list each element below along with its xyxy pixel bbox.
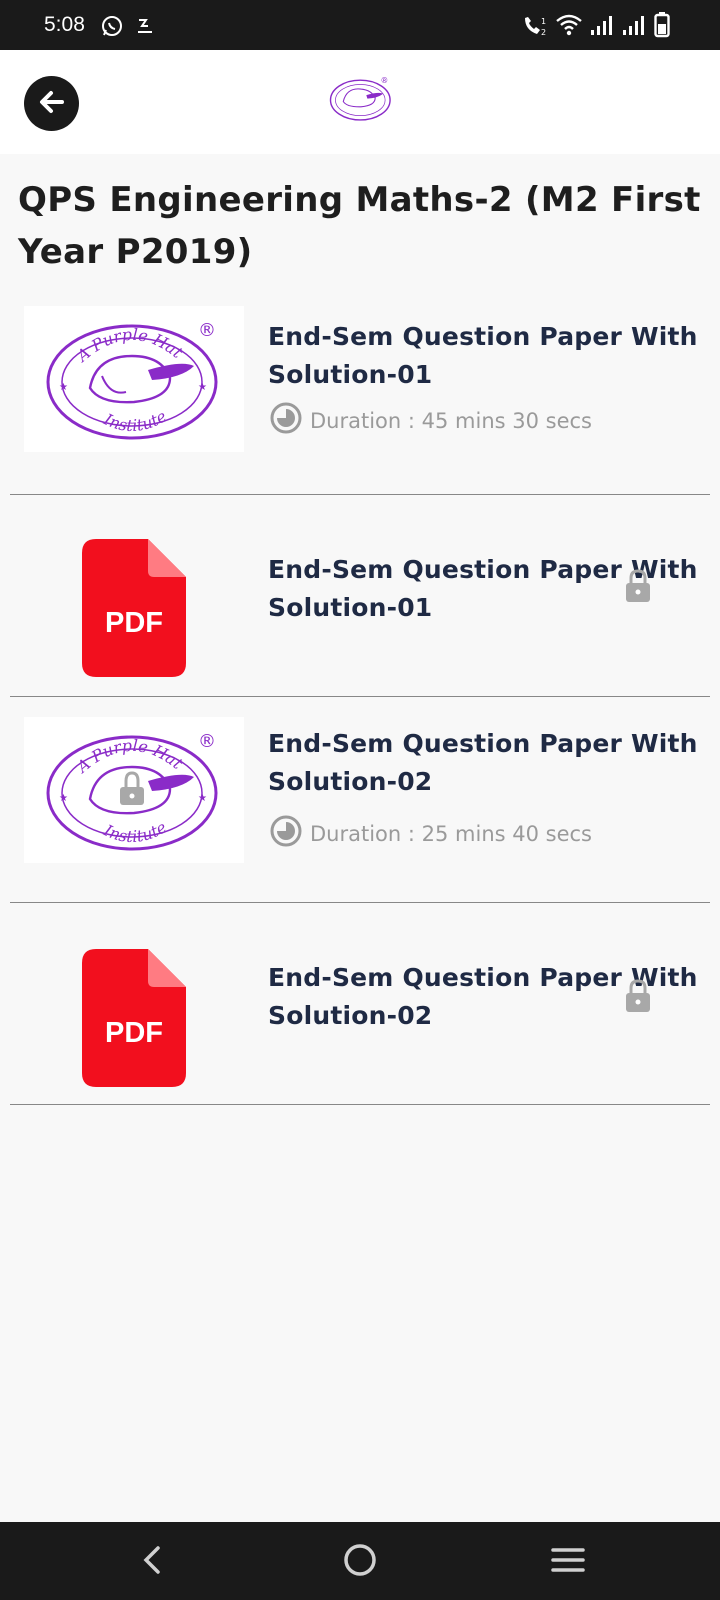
nav-recents-button[interactable] xyxy=(546,1540,590,1584)
back-button[interactable] xyxy=(24,76,79,131)
nav-home-button[interactable] xyxy=(338,1540,382,1584)
lock-icon xyxy=(120,771,144,805)
app-header: ® xyxy=(0,50,720,154)
pdf-file-icon: PDF xyxy=(82,949,186,1087)
svg-text:2: 2 xyxy=(541,28,546,37)
list-item[interactable]: ® ★ ★ A Purple Hat Institute End-Sem Que… xyxy=(10,290,710,495)
institute-logo: ® xyxy=(322,60,400,138)
svg-text:Institute: Institute xyxy=(100,406,170,435)
svg-text:®: ® xyxy=(198,320,216,341)
item-title: End-Sem Question Paper With Solution-02 xyxy=(268,729,698,796)
wifi-icon xyxy=(556,14,582,40)
pdf-label: PDF xyxy=(105,607,163,639)
system-nav-bar xyxy=(0,1522,720,1600)
status-time: 5:08 xyxy=(44,13,85,36)
svg-text:★: ★ xyxy=(59,793,68,804)
duration-row: Duration : 45 mins 30 secs xyxy=(270,402,592,439)
volte-call-icon: 12 xyxy=(522,14,550,42)
svg-text:★: ★ xyxy=(59,382,68,393)
signal-sim1-icon xyxy=(590,14,612,40)
page-title: QPS Engineering Maths-2 (M2 First Year P… xyxy=(18,180,701,272)
arrow-left-icon xyxy=(37,87,67,121)
video-thumbnail: ® ★ ★ A Purple Hat Institute xyxy=(24,306,244,452)
list-item[interactable]: ® ★ ★ A Purple Hat Institute End-Sem Que… xyxy=(10,697,710,903)
clock-icon xyxy=(270,815,310,852)
svg-text:★: ★ xyxy=(198,382,207,393)
battery-icon xyxy=(654,12,670,42)
duration-row: Duration : 25 mins 40 secs xyxy=(270,815,592,852)
duration-text: Duration : 45 mins 30 secs xyxy=(310,408,592,433)
lock-icon xyxy=(625,569,651,607)
pdf-label: PDF xyxy=(105,1017,163,1049)
svg-text:★: ★ xyxy=(198,793,207,804)
list-item[interactable]: PDF End-Sem Question Paper With Solution… xyxy=(10,495,710,697)
home-circle-icon xyxy=(343,1543,377,1581)
svg-text:®: ® xyxy=(381,76,389,85)
svg-text:Institute: Institute xyxy=(100,817,170,846)
whatsapp-icon xyxy=(100,14,124,42)
pdf-file-icon: PDF xyxy=(82,539,186,677)
svg-text:®: ® xyxy=(198,731,216,752)
item-title: End-Sem Question Paper With Solution-01 xyxy=(268,322,698,389)
status-bar: 5:08 12 xyxy=(0,0,720,50)
video-thumbnail: ® ★ ★ A Purple Hat Institute xyxy=(24,717,244,863)
logo-bottom-text: Institute xyxy=(100,406,170,435)
nav-back-button[interactable] xyxy=(130,1540,174,1584)
duration-text: Duration : 25 mins 40 secs xyxy=(310,821,592,846)
menu-lines-icon xyxy=(551,1546,585,1578)
svg-text:1: 1 xyxy=(541,17,546,26)
clock-icon xyxy=(270,402,310,439)
lock-icon xyxy=(625,979,651,1017)
logo-bottom-text: Institute xyxy=(100,817,170,846)
list-item[interactable]: PDF End-Sem Question Paper With Solution… xyxy=(10,903,710,1105)
signal-sim2-icon xyxy=(622,14,644,40)
app-notification-icon xyxy=(136,16,156,40)
chevron-left-icon xyxy=(140,1544,164,1580)
